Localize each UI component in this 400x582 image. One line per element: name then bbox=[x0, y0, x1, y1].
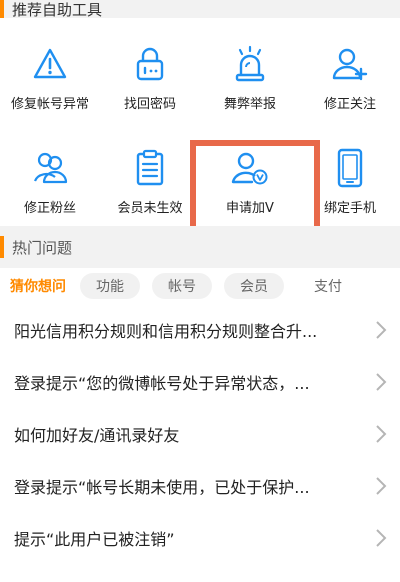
tools-section-title: 推荐自助工具 bbox=[12, 0, 103, 19]
hot-section-header: 热门问题 bbox=[0, 226, 400, 268]
tool-label: 修正粉丝 bbox=[23, 201, 76, 216]
question-item[interactable]: 登录提示“帐号长期未使用，已处于保护... bbox=[0, 460, 400, 512]
tool-fix-fans[interactable]: 修正粉丝 bbox=[0, 122, 100, 226]
chip-function[interactable]: 功能 bbox=[80, 273, 140, 299]
question-item[interactable]: 登录提示“您的微博帐号处于异常状态，... bbox=[0, 356, 400, 408]
chip-guess[interactable]: 猜你想问 bbox=[8, 273, 68, 299]
accent-bar bbox=[0, 236, 4, 258]
chip-account[interactable]: 帐号 bbox=[152, 273, 212, 299]
tool-membership-inactive[interactable]: 会员未生效 bbox=[100, 122, 200, 226]
question-text: 登录提示“帐号长期未使用，已处于保护... bbox=[14, 478, 310, 497]
tool-fix-follow[interactable]: 修正关注 bbox=[300, 18, 400, 122]
clipboard-icon bbox=[130, 148, 170, 188]
tool-label: 绑定手机 bbox=[323, 201, 376, 216]
question-item[interactable]: 如何加好友/通讯录好友 bbox=[0, 408, 400, 460]
phone-icon bbox=[330, 148, 370, 188]
tools-section-header: 推荐自助工具 bbox=[0, 0, 400, 19]
tool-label: 修复帐号异常 bbox=[10, 97, 89, 112]
tool-apply-verified[interactable]: 申请加V bbox=[200, 122, 300, 226]
tool-label: 会员未生效 bbox=[117, 201, 183, 216]
question-list: 阳光信用积分规则和信用积分规则整合升... 登录提示“您的微博帐号处于异常状态，… bbox=[0, 304, 400, 564]
chevron-right-icon bbox=[376, 477, 387, 495]
chevron-right-icon bbox=[376, 373, 387, 391]
hot-section-title: 热门问题 bbox=[12, 238, 73, 257]
chip-member[interactable]: 会员 bbox=[224, 273, 284, 299]
user-verified-icon bbox=[230, 148, 270, 188]
tool-fraud-report[interactable]: 舞弊举报 bbox=[200, 18, 300, 122]
tool-fix-account[interactable]: 修复帐号异常 bbox=[0, 18, 100, 122]
question-text: 阳光信用积分规则和信用积分规则整合升... bbox=[14, 322, 318, 341]
chevron-right-icon bbox=[376, 321, 387, 339]
tool-label: 舞弊举报 bbox=[223, 97, 276, 112]
accent-bar bbox=[0, 0, 4, 18]
warning-icon bbox=[30, 44, 70, 84]
category-chips: 猜你想问 功能 帐号 会员 支付 bbox=[0, 268, 400, 304]
question-item[interactable]: 阳光信用积分规则和信用积分规则整合升... bbox=[0, 304, 400, 356]
tools-grid: 修复帐号异常 找回密码 舞弊举报 修正关注 修正粉丝 会员未生效 申请加V 绑定… bbox=[0, 18, 400, 238]
users-icon bbox=[30, 148, 70, 188]
user-add-icon bbox=[330, 44, 370, 84]
tool-label: 申请加V bbox=[226, 201, 274, 216]
tool-recover-password[interactable]: 找回密码 bbox=[100, 18, 200, 122]
question-text: 登录提示“您的微博帐号处于异常状态，... bbox=[14, 374, 310, 393]
chevron-right-icon bbox=[376, 425, 387, 443]
chip-payment[interactable]: 支付 bbox=[296, 273, 360, 299]
question-item[interactable]: 提示“此用户已被注销” bbox=[0, 512, 400, 564]
question-text: 提示“此用户已被注销” bbox=[14, 530, 175, 549]
tool-label: 修正关注 bbox=[323, 97, 376, 112]
lock-icon bbox=[130, 44, 170, 84]
question-text: 如何加好友/通讯录好友 bbox=[14, 426, 180, 445]
tool-label: 找回密码 bbox=[123, 97, 176, 112]
chevron-right-icon bbox=[376, 529, 387, 547]
alarm-siren-icon bbox=[230, 44, 270, 84]
tool-bind-phone[interactable]: 绑定手机 bbox=[300, 122, 400, 226]
